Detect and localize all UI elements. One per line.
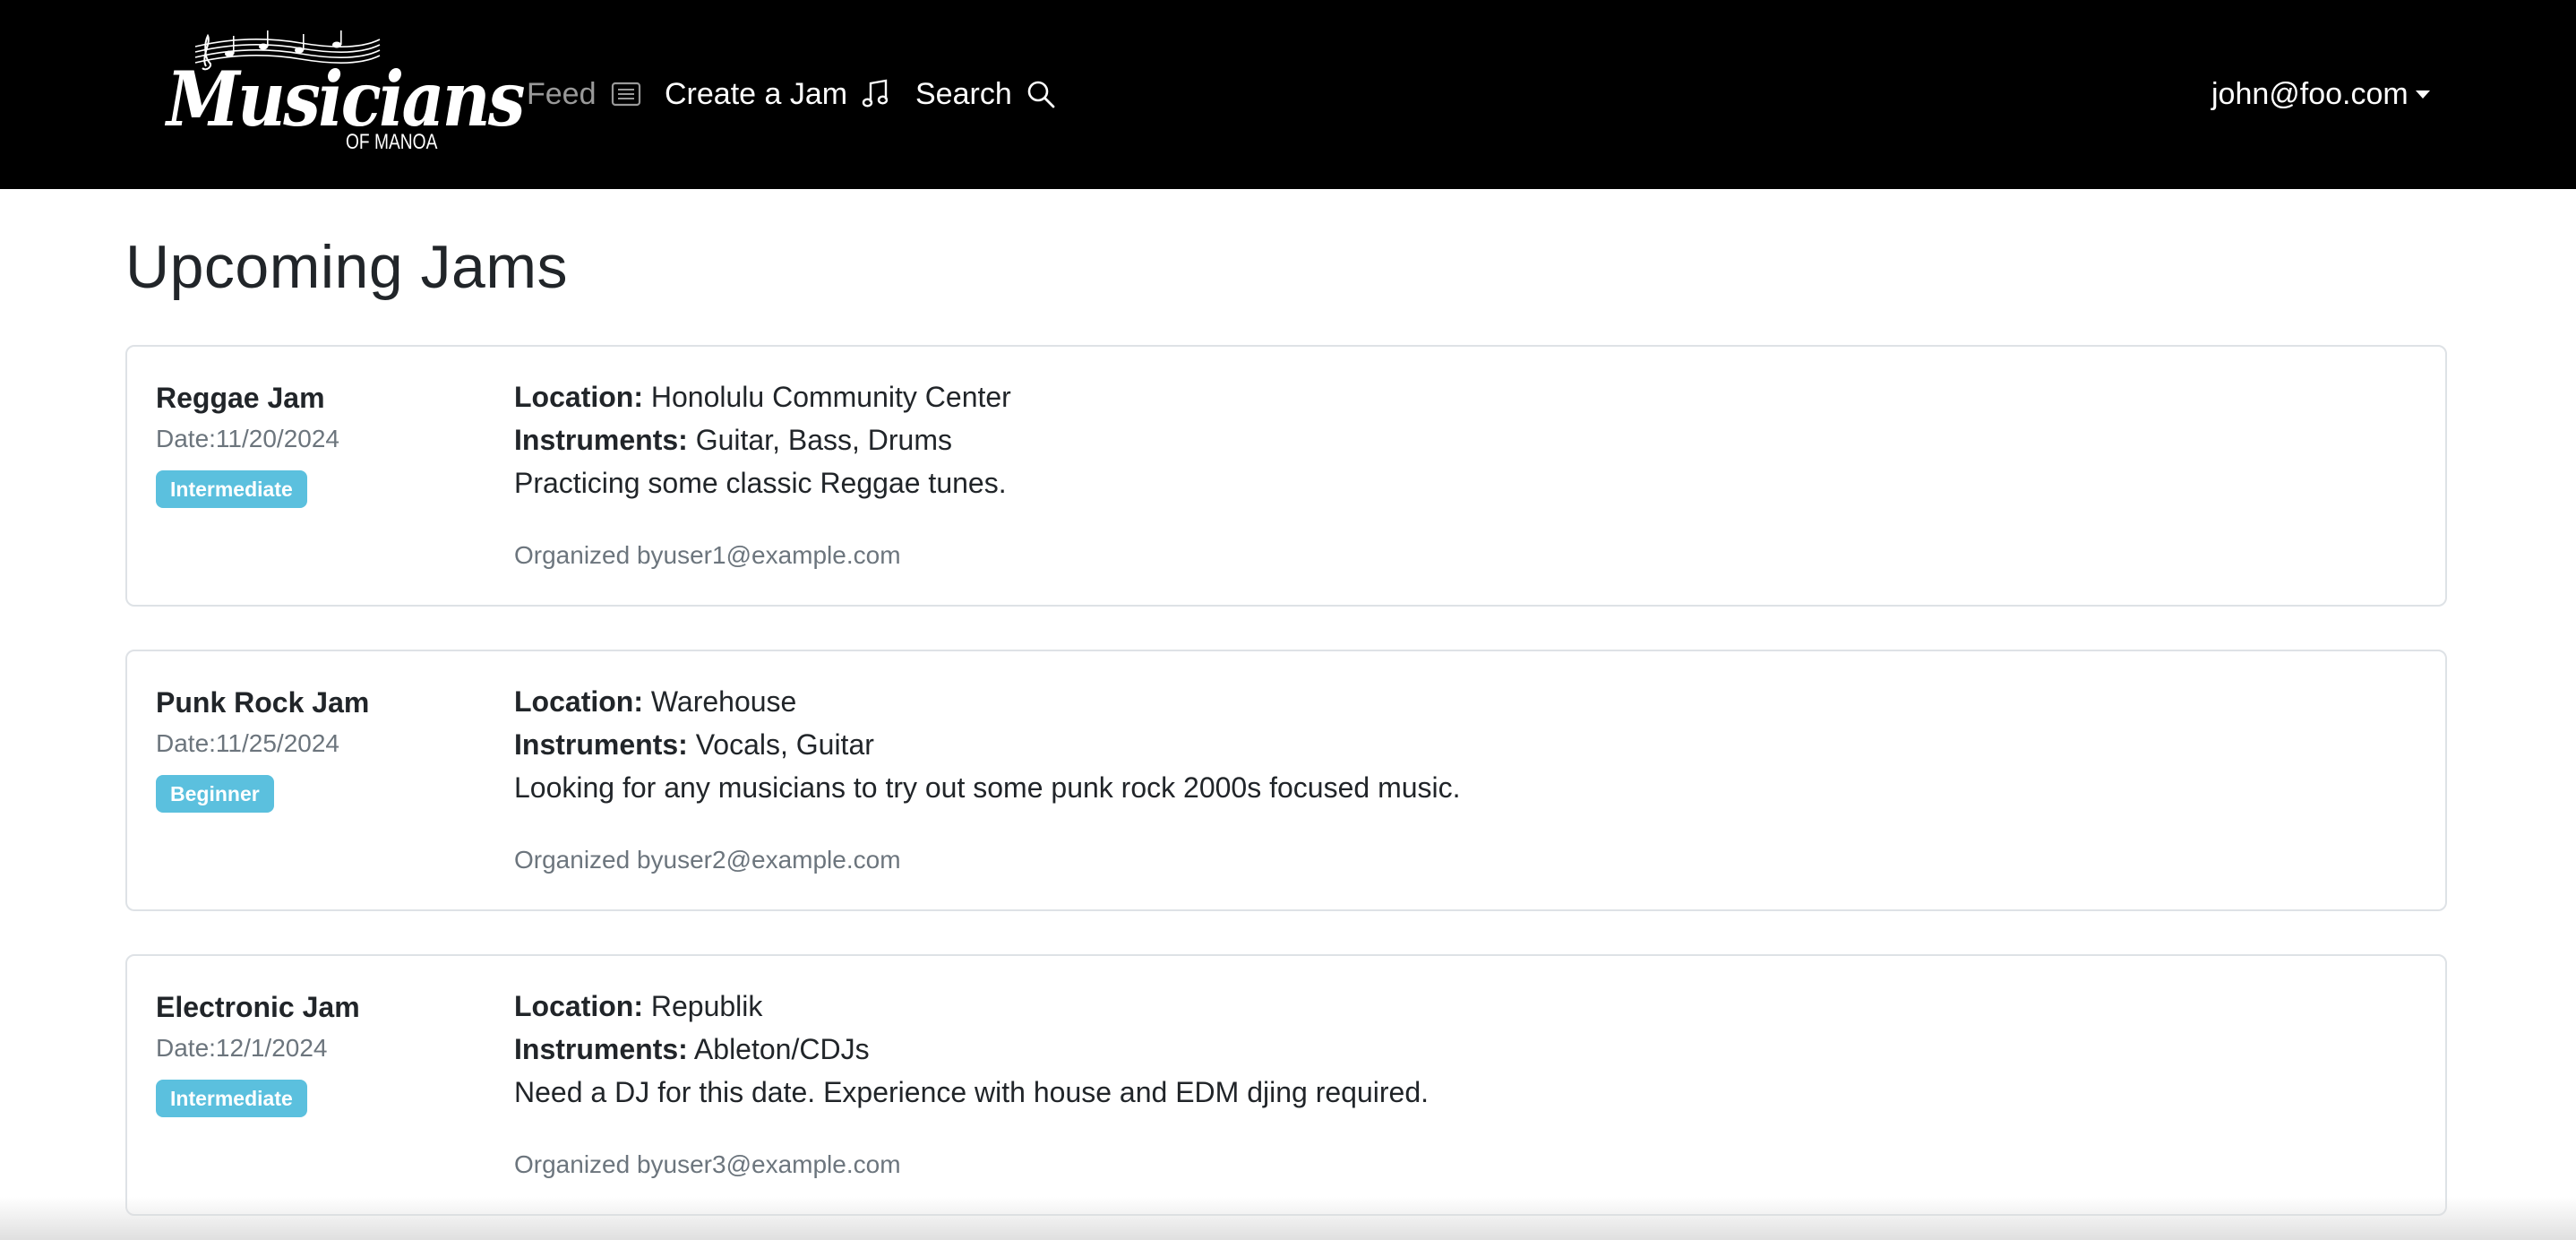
music-note-icon xyxy=(862,79,889,109)
jam-organizer: Organized byuser1@example.com xyxy=(514,541,901,569)
jam-instruments: Instruments: Vocals, Guitar xyxy=(514,725,874,764)
search-icon xyxy=(1026,80,1055,108)
nav-create-jam-link[interactable]: Create a Jam xyxy=(665,73,889,115)
jam-description: Need a DJ for this date. Experience with… xyxy=(514,1076,1429,1108)
jam-card: Punk Rock Jam Date:11/25/2024 Beginner L… xyxy=(125,650,2447,911)
jam-organizer: Organized byuser2@example.com xyxy=(514,846,901,874)
jam-date: Date:11/25/2024 xyxy=(156,729,339,757)
jam-card: Reggae Jam Date:11/20/2024 Intermediate … xyxy=(125,345,2447,607)
jam-location: Location: Honolulu Community Center xyxy=(514,377,1011,417)
navbar: Musicians OF MANOA Feed Create a Jam Sea… xyxy=(0,0,2576,189)
bottom-shadow xyxy=(0,1197,2576,1240)
location-label: Location: xyxy=(514,381,643,413)
jam-card: Electronic Jam Date:12/1/2024 Intermedia… xyxy=(125,954,2447,1216)
jam-location: Location: Republik xyxy=(514,986,762,1026)
nav-search-link[interactable]: Search xyxy=(915,73,1055,115)
skill-level-badge: Intermediate xyxy=(156,470,307,508)
location-value: Republik xyxy=(650,990,763,1022)
instruments-value: Ableton/CDJs xyxy=(693,1033,870,1065)
skill-level-badge: Beginner xyxy=(156,775,274,813)
location-label: Location: xyxy=(514,685,643,718)
logo-subtitle: OF MANOA xyxy=(346,130,438,154)
jam-instruments: Instruments: Ableton/CDJs xyxy=(514,1029,870,1069)
caret-down-icon xyxy=(2415,90,2430,99)
jam-date: Date:11/20/2024 xyxy=(156,425,339,452)
user-email: john@foo.com xyxy=(2211,76,2409,111)
instruments-label: Instruments: xyxy=(514,1033,688,1065)
user-dropdown-toggle[interactable]: john@foo.com xyxy=(2211,73,2430,115)
logo-wordmark: Musicians xyxy=(167,55,525,143)
jam-description: Looking for any musicians to try out som… xyxy=(514,771,1461,804)
location-value: Warehouse xyxy=(650,685,797,718)
instruments-value: Guitar, Bass, Drums xyxy=(695,424,952,456)
nav-feed-label: Feed xyxy=(527,76,597,111)
page-title: Upcoming Jams xyxy=(125,233,568,301)
jam-name: Reggae Jam xyxy=(156,382,325,414)
nav-create-jam-label: Create a Jam xyxy=(665,76,848,111)
location-value: Honolulu Community Center xyxy=(650,381,1011,413)
instruments-value: Vocals, Guitar xyxy=(695,728,874,761)
jam-name: Electronic Jam xyxy=(156,991,360,1023)
jam-description: Practicing some classic Reggae tunes. xyxy=(514,467,1007,499)
jam-instruments: Instruments: Guitar, Bass, Drums xyxy=(514,420,952,460)
location-label: Location: xyxy=(514,990,643,1022)
jam-name: Punk Rock Jam xyxy=(156,686,370,719)
nav-search-label: Search xyxy=(915,76,1012,111)
instruments-label: Instruments: xyxy=(514,424,688,456)
list-icon xyxy=(611,82,641,107)
jam-date: Date:12/1/2024 xyxy=(156,1034,328,1062)
jam-location: Location: Warehouse xyxy=(514,682,796,721)
nav-feed-link[interactable]: Feed xyxy=(527,73,641,115)
skill-level-badge: Intermediate xyxy=(156,1080,307,1117)
instruments-label: Instruments: xyxy=(514,728,688,761)
jam-organizer: Organized byuser3@example.com xyxy=(514,1150,901,1178)
musicians-of-manoa-logo[interactable]: Musicians OF MANOA xyxy=(167,27,525,157)
